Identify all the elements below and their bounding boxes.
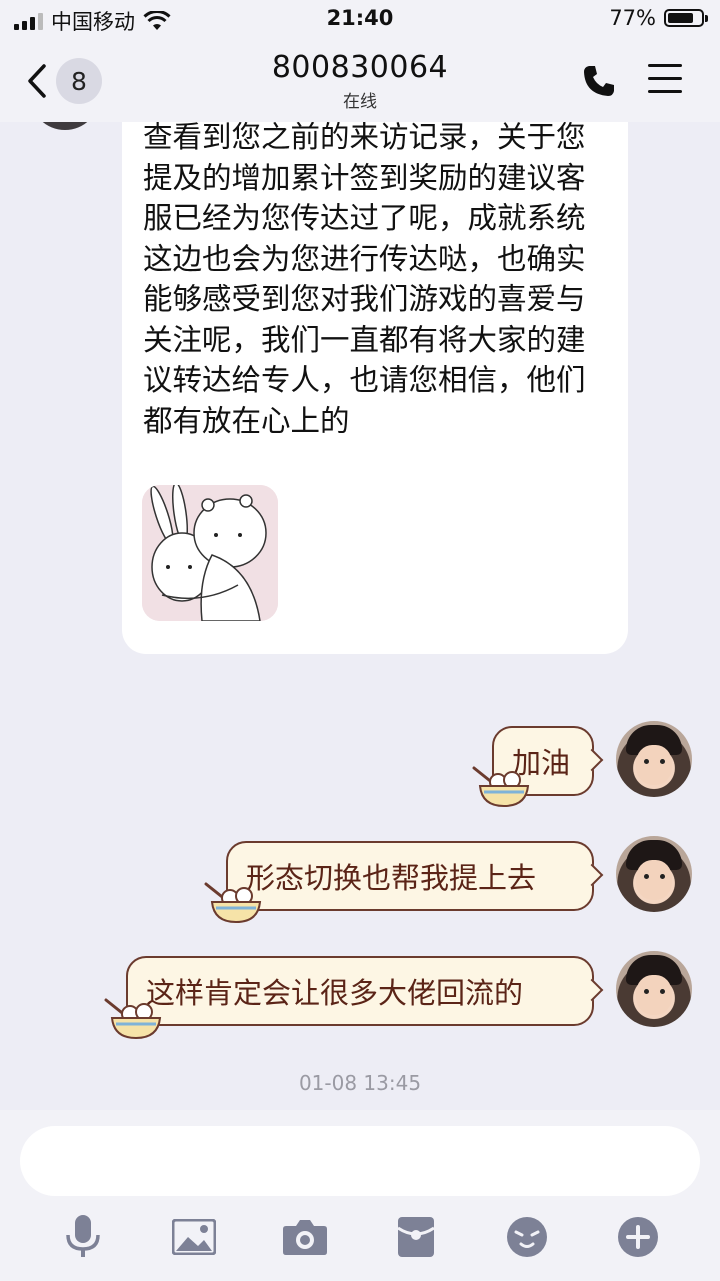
call-button[interactable]	[582, 64, 616, 102]
image-icon	[172, 1219, 216, 1255]
more-button[interactable]	[615, 1214, 661, 1260]
menu-button[interactable]	[648, 64, 682, 103]
status-bar: 中国移动 21:40 77%	[0, 0, 720, 40]
incoming-message-text: 查看到您之前的来访记录，关于您提及的增加累计签到奖励的建议客服已经为您传达过了呢…	[143, 120, 586, 438]
phone-icon	[584, 66, 614, 96]
rice-ball-bowl-icon	[104, 998, 162, 1040]
rice-ball-bowl-icon	[204, 882, 262, 924]
plus-icon	[618, 1217, 658, 1257]
status-right: 77%	[609, 6, 708, 30]
emoji-icon	[507, 1217, 547, 1257]
chat-header: 8 800830064 在线	[0, 40, 720, 122]
red-packet-icon	[397, 1217, 435, 1257]
voice-button[interactable]	[60, 1214, 106, 1260]
battery-icon	[664, 9, 708, 27]
outgoing-message-bubble[interactable]: 形态切换也帮我提上去	[226, 841, 594, 911]
emoji-button[interactable]	[504, 1214, 550, 1260]
user-avatar[interactable]	[616, 951, 692, 1027]
message-timestamp: 01-08 13:45	[298, 1071, 422, 1095]
outgoing-message-text: 形态切换也帮我提上去	[246, 861, 537, 895]
input-area	[0, 1110, 720, 1281]
bunny-sticker-image[interactable]	[142, 485, 278, 621]
incoming-message-bubble[interactable]: 查看到您之前的来访记录，关于您提及的增加累计签到奖励的建议客服已经为您传达过了呢…	[122, 95, 628, 654]
rice-ball-bowl-icon	[472, 766, 530, 808]
camera-icon	[283, 1220, 327, 1255]
microphone-icon	[66, 1215, 100, 1257]
image-button[interactable]	[171, 1214, 217, 1260]
outgoing-message-text: 这样肯定会让很多大佬回流的	[146, 976, 524, 1010]
battery-percent: 77%	[609, 6, 656, 30]
user-avatar[interactable]	[616, 721, 692, 797]
red-packet-button[interactable]	[393, 1214, 439, 1260]
user-avatar[interactable]	[616, 836, 692, 912]
camera-button[interactable]	[282, 1214, 328, 1260]
outgoing-message-bubble[interactable]: 这样肯定会让很多大佬回流的	[126, 956, 594, 1026]
message-input[interactable]	[20, 1126, 700, 1196]
